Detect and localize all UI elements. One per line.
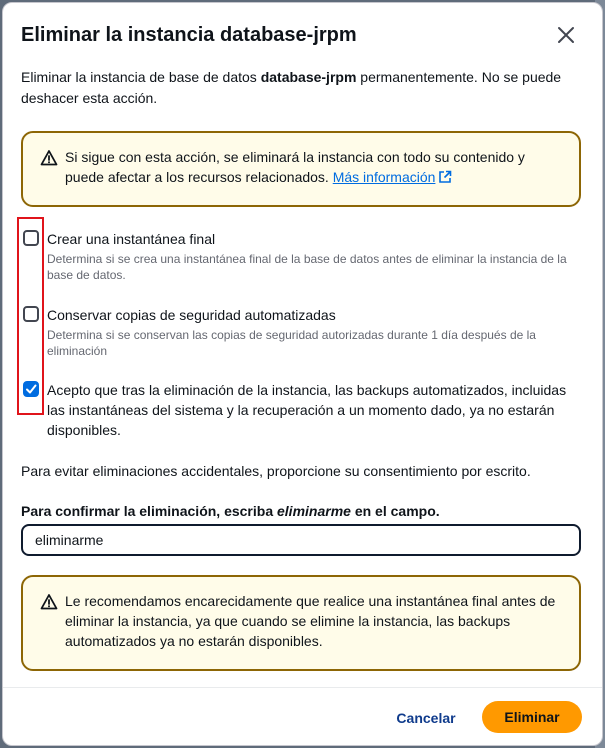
confirm-label-suffix: en el campo.: [350, 503, 440, 519]
check-icon: [26, 384, 37, 394]
warning-icon: [40, 594, 58, 610]
option-label: Crear una instantánea final: [47, 231, 216, 247]
warning-text: Le recomendamos encarecidamente que real…: [65, 593, 556, 649]
modal-header: Eliminar la instancia database-jrpm: [21, 21, 584, 51]
delete-instance-modal: Eliminar la instancia database-jrpm Elim…: [2, 2, 603, 746]
description-instance-name: database-jrpm: [260, 69, 357, 85]
warning-text: Si sigue con esta acción, se eliminará l…: [65, 149, 525, 185]
confirm-label: Para confirmar la eliminación, escriba e…: [21, 501, 440, 521]
confirm-keyword: eliminarme: [277, 503, 351, 519]
consent-note: Para evitar eliminaciones accidentales, …: [21, 463, 531, 479]
description-prefix: Eliminar la instancia de base de datos: [21, 69, 261, 85]
confirm-label-prefix: Para confirmar la eliminación, escriba: [21, 503, 277, 519]
final-snapshot-checkbox[interactable]: [23, 230, 39, 246]
warning-alert-top: Si sigue con esta acción, se eliminará l…: [21, 131, 581, 207]
option-label: Acepto que tras la eliminación de la ins…: [47, 382, 567, 438]
retain-backups-checkbox[interactable]: [23, 306, 39, 322]
confirm-input[interactable]: [21, 524, 581, 556]
more-info-link[interactable]: Más información: [333, 169, 453, 185]
warning-icon: [40, 150, 58, 166]
footer-divider: [3, 687, 602, 688]
warning-alert-bottom: Le recomendamos encarecidamente que real…: [21, 575, 581, 671]
delete-button[interactable]: Eliminar: [482, 701, 582, 733]
option-description: Determina si se conservan las copias de …: [47, 328, 536, 358]
cancel-button[interactable]: Cancelar: [389, 702, 463, 734]
modal-description: Eliminar la instancia de base de datos d…: [21, 67, 581, 109]
option-label: Conservar copias de seguridad automatiza…: [47, 307, 336, 323]
close-icon: [558, 27, 574, 43]
external-link-icon: [439, 170, 452, 183]
option-description: Determina si se crea una instantánea fin…: [47, 252, 567, 282]
acknowledge-checkbox[interactable]: [23, 381, 39, 397]
more-info-link-label: Más información: [332, 169, 436, 185]
close-button[interactable]: [554, 23, 578, 47]
modal-title: Eliminar la instancia database-jrpm: [21, 24, 357, 46]
